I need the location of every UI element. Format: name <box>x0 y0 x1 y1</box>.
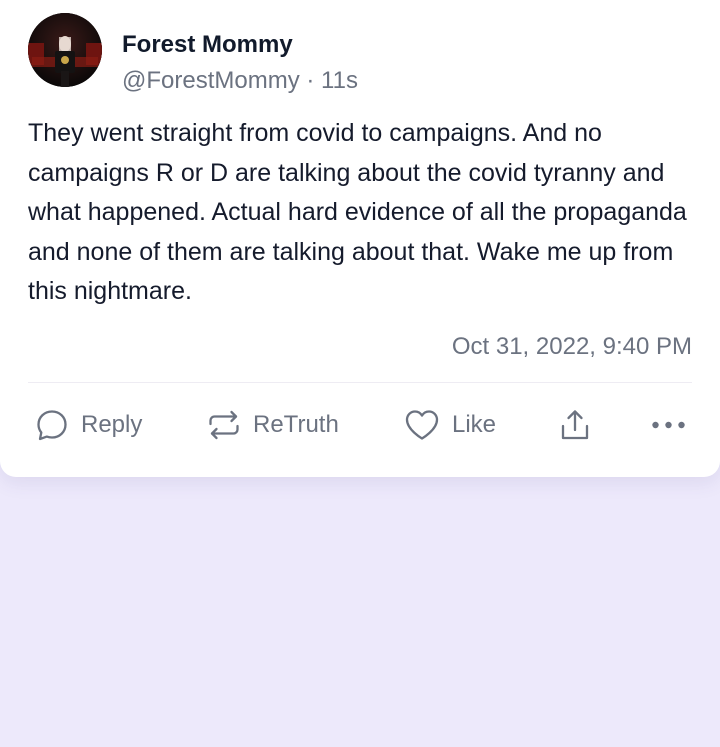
retruth-label: ReTruth <box>253 411 339 438</box>
divider <box>28 382 692 383</box>
post-age[interactable]: 11s <box>321 67 358 94</box>
more-options-button[interactable] <box>651 405 687 445</box>
share-button[interactable] <box>560 405 590 445</box>
retruth-button[interactable]: ReTruth <box>207 405 339 445</box>
post-text: They went straight from covid to campaig… <box>28 119 687 305</box>
avatar[interactable] <box>28 13 102 87</box>
reply-button[interactable]: Reply <box>35 405 142 445</box>
like-icon <box>404 408 440 442</box>
post-timestamp[interactable]: Oct 31, 2022, 9:40 PM <box>452 333 692 361</box>
meta-separator: · <box>306 67 315 94</box>
author-handle[interactable]: @ForestMommy <box>122 67 300 94</box>
author-display-name[interactable]: Forest Mommy <box>122 31 293 59</box>
author-handle-line: @ForestMommy · 11s <box>122 67 358 95</box>
more-icon <box>651 420 687 430</box>
like-label: Like <box>452 411 497 438</box>
reply-label: Reply <box>81 411 143 438</box>
retruth-icon <box>207 408 241 442</box>
share-icon <box>560 408 590 442</box>
reply-icon <box>35 408 69 442</box>
post-card: Forest Mommy @ForestMommy · 11s They wen… <box>0 0 720 477</box>
like-button[interactable]: Like <box>404 405 496 445</box>
